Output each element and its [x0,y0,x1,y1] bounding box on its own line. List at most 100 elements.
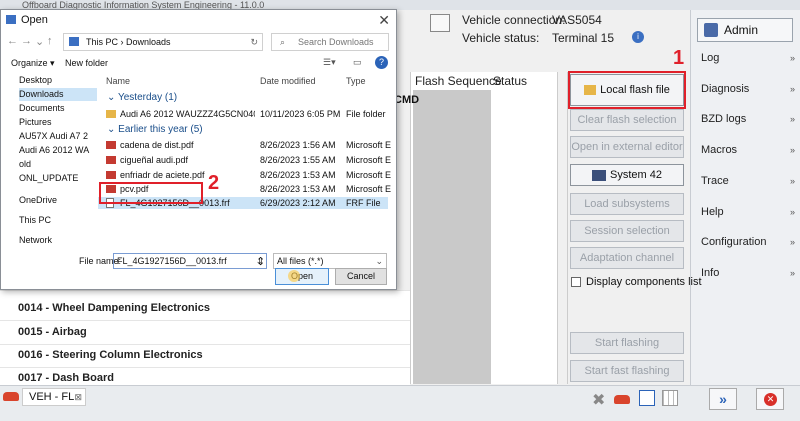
nav-documents[interactable]: Documents [19,102,97,115]
list-item[interactable]: 0014 - Wheel Dampening Electronics [18,302,210,314]
col-type[interactable]: Type [346,76,366,86]
table-scrollbar[interactable] [558,72,568,384]
session-selection-button[interactable]: Session selection [570,220,684,242]
connection-label: Vehicle connection: [462,13,566,27]
nav-desktop[interactable]: Desktop [19,74,97,87]
chevron-icon: » [789,145,795,155]
start-flashing-button[interactable]: Start flashing [570,332,684,354]
car-flash-icon[interactable] [614,395,630,404]
pc-icon [69,37,79,46]
nav-folder[interactable]: old [19,158,97,171]
back-icon[interactable]: ← [7,35,18,47]
chevron-icon: » [789,237,795,247]
new-folder-button[interactable]: New folder [65,58,108,68]
cursor-icon: ⇕ [256,256,266,268]
grid-icon[interactable] [662,390,678,406]
col-status: Status [493,74,528,88]
pane-icon[interactable]: ▭ [353,57,362,68]
tools-icon[interactable]: ✖ [592,390,605,410]
clear-flash-selection-button[interactable]: Clear flash selection [570,109,684,131]
sidebar-item-configuration[interactable]: Configuration» [701,231,797,253]
chevron-down-icon[interactable]: ⌄ [35,35,44,48]
organize-button[interactable]: Organize ▾ [11,58,55,69]
system42-button[interactable]: System 42 [570,164,684,186]
search-input[interactable]: ⌕ Search Downloads [271,33,389,51]
adaptation-channel-button[interactable]: Adaptation channel [570,247,684,269]
filename-input[interactable]: FL_4G1927156D__0013.frf ⌄ [113,253,267,269]
start-fast-flashing-button[interactable]: Start fast flashing [570,360,684,382]
pdf-icon [106,171,116,179]
sidebar-item-help[interactable]: Help» [701,201,797,223]
close-icon[interactable]: ⊠ [74,389,82,405]
tab-veh-fl[interactable]: VEH - FL ⊠ [22,388,86,406]
nav-this-pc[interactable]: This PC [19,214,97,227]
admin-icon [704,23,718,37]
col-date[interactable]: Date modified [260,76,316,86]
close-icon[interactable]: ✕ [378,10,390,30]
forward-icon[interactable]: » [709,388,737,410]
highlight-box-2 [99,182,203,204]
sidebar-item-log[interactable]: Log» [701,47,797,69]
nav-network[interactable]: Network [19,234,97,247]
chevron-icon: » [789,84,795,94]
sidebar-item-info[interactable]: Info» [701,262,797,284]
cancel-button[interactable]: Cancel [335,268,387,285]
file-row[interactable]: cadena de dist.pdf 8/26/2023 1:56 AM Micro… [98,139,391,151]
file-pane: Name Date modified Type ⌄ Yesterday (1) … [98,74,396,249]
pdf-icon [106,156,116,164]
sidebar: Admin Log» Diagnosis» BZD logs» Macros» … [690,10,800,385]
list-item[interactable]: 0017 - Dash Board [18,372,114,384]
address-bar[interactable]: This PC › Downloads ↻ [63,33,263,51]
sidebar-item-diagnosis[interactable]: Diagnosis» [701,78,797,100]
forward-nav-icon[interactable]: → [21,35,32,47]
list-item[interactable]: 0015 - Airbag [18,326,87,338]
file-row[interactable]: cigueñal audi.pdf 8/26/2023 1:55 AM Micros… [98,154,391,166]
sidebar-item-macros[interactable]: Macros» [701,139,797,161]
exit-icon: ✕ [764,393,777,406]
view-icon[interactable]: ☰▾ [323,57,336,68]
open-button[interactable]: Open [275,268,329,285]
status-value: Terminal 15 [552,31,615,45]
list-item[interactable]: 0016 - Steering Column Electronics [18,349,203,361]
nav-folder[interactable]: AU57X Audi A7 2 [19,130,97,143]
display-components-label: Display components list [586,276,702,288]
group-yesterday[interactable]: ⌄ Yesterday (1) [107,92,177,103]
file-row[interactable]: enfriadr de aciete.pdf 8/26/2023 1:53 AM M… [98,169,391,181]
load-subsystems-button[interactable]: Load subsystems [570,193,684,215]
filetype-select[interactable]: All files (*.*) ⌄ [273,253,387,269]
refresh-icon[interactable]: ↻ [250,34,258,50]
up-icon[interactable]: ↑ [47,35,53,47]
admin-button[interactable]: Admin [697,18,793,42]
chevron-icon: » [789,176,795,186]
exit-button[interactable]: ✕ [756,388,784,410]
car-icon [3,392,19,401]
dialog-app-icon [6,15,16,24]
annotation-2: 2 [208,172,220,194]
nav-onedrive[interactable]: OneDrive [19,194,97,207]
group-earlier[interactable]: ⌄ Earlier this year (5) [107,124,203,135]
pdf-icon [106,141,116,149]
col-name[interactable]: Name [106,76,130,86]
sidebar-item-bzd-logs[interactable]: BZD logs» [701,108,797,130]
connection-value: VAS5054 [552,13,602,27]
file-row[interactable]: Audi A6 2012 WAUZZZ4G5CN040443 Fra...10/… [98,108,388,120]
info-icon[interactable]: i [632,31,644,43]
cursor-highlight [288,270,300,282]
nav-pictures[interactable]: Pictures [19,116,97,129]
help-icon[interactable]: ? [375,56,388,69]
nav-folder[interactable]: Audi A6 2012 WA [19,144,97,157]
open-external-editor-button[interactable]: Open in external editor [570,136,684,158]
sidebar-item-trace[interactable]: Trace» [701,170,797,192]
nav-downloads[interactable]: Downloads [19,88,97,101]
display-components-checkbox[interactable] [571,277,581,287]
nav-folder[interactable]: ONL_UPDATE [19,172,97,185]
module-list: 0014 - Wheel Dampening Electronics 0015 … [0,290,410,385]
bottom-bar: VEH - FL ⊠ ✖ » ✕ [0,385,800,421]
checklist-icon[interactable] [639,390,655,406]
vehicle-edit-icon[interactable] [430,14,450,32]
partial-text: CMD [394,94,420,106]
highlight-box-1 [568,71,686,109]
chevron-icon: » [789,53,795,63]
chevron-down-icon: ⌄ [375,256,383,266]
vehicle-info: Vehicle connection: VAS5054 Vehicle stat… [400,10,690,50]
